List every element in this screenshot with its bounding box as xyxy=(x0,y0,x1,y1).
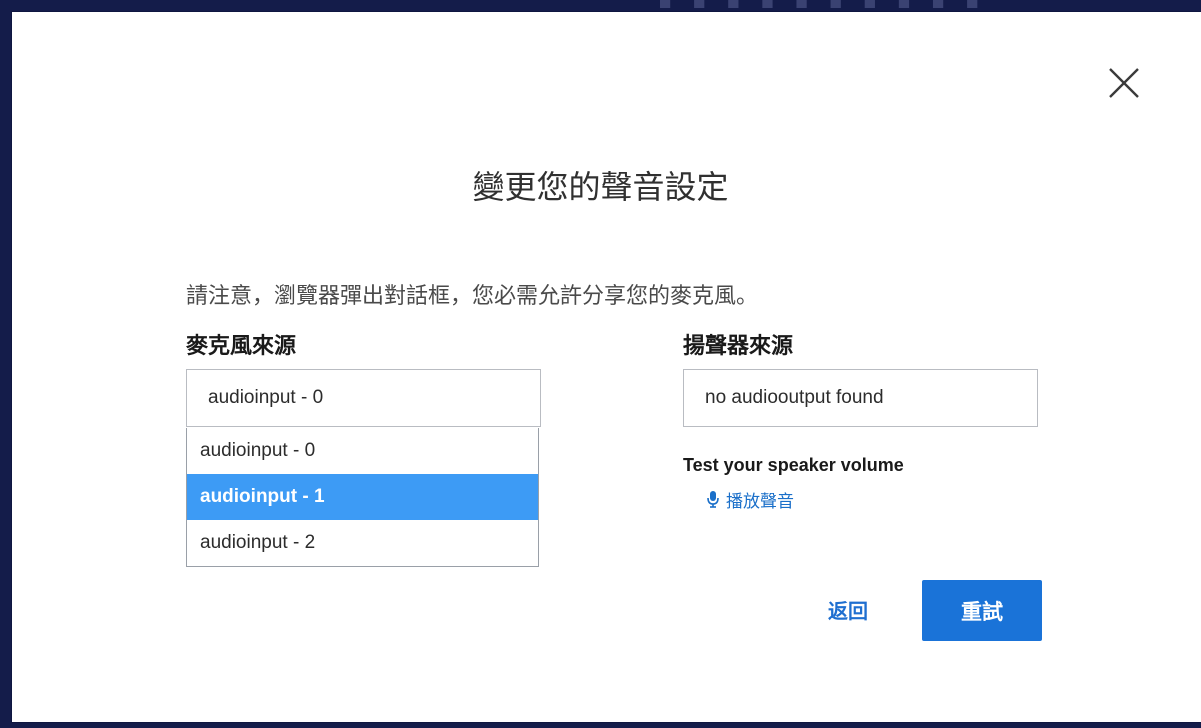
speaker-select[interactable]: no audiooutput found xyxy=(683,369,1038,427)
back-button[interactable]: 返回 xyxy=(808,594,888,628)
close-button[interactable] xyxy=(1107,66,1141,100)
microphone-select[interactable]: audioinput - 0 xyxy=(186,369,541,427)
microphone-option[interactable]: audioinput - 2 xyxy=(187,520,538,566)
dialog-title: 變更您的聲音設定 xyxy=(472,168,729,206)
play-sound-link[interactable]: 播放聲音 xyxy=(706,486,794,512)
microphone-option-highlighted[interactable]: audioinput - 1 xyxy=(187,474,538,520)
permission-notice: 請注意，瀏覽器彈出對話框，您必需允許分享您的麥克風。 xyxy=(186,284,759,309)
retry-button[interactable]: 重試 xyxy=(922,580,1042,641)
microphone-source-label: 麥克風來源 xyxy=(186,334,297,359)
play-sound-label: 播放聲音 xyxy=(726,491,794,512)
speaker-source-label: 揚聲器來源 xyxy=(683,334,794,359)
close-icon xyxy=(1109,68,1139,98)
microphone-option[interactable]: audioinput - 0 xyxy=(187,428,538,474)
background-content: ▆ ▇ ▆ ▇ ▆ ▇ ▆ ▇ ▆ ▇ xyxy=(660,0,988,8)
microphone-options-list: audioinput - 0 audioinput - 1 audioinput… xyxy=(186,428,539,567)
page-backdrop: ▆ ▇ ▆ ▇ ▆ ▇ ▆ ▇ ▆ ▇ 變更您的聲音設定 請注意，瀏覽器彈出對話… xyxy=(0,0,1201,728)
speaker-test-label: Test your speaker volume xyxy=(683,455,904,475)
microphone-icon xyxy=(707,491,719,508)
